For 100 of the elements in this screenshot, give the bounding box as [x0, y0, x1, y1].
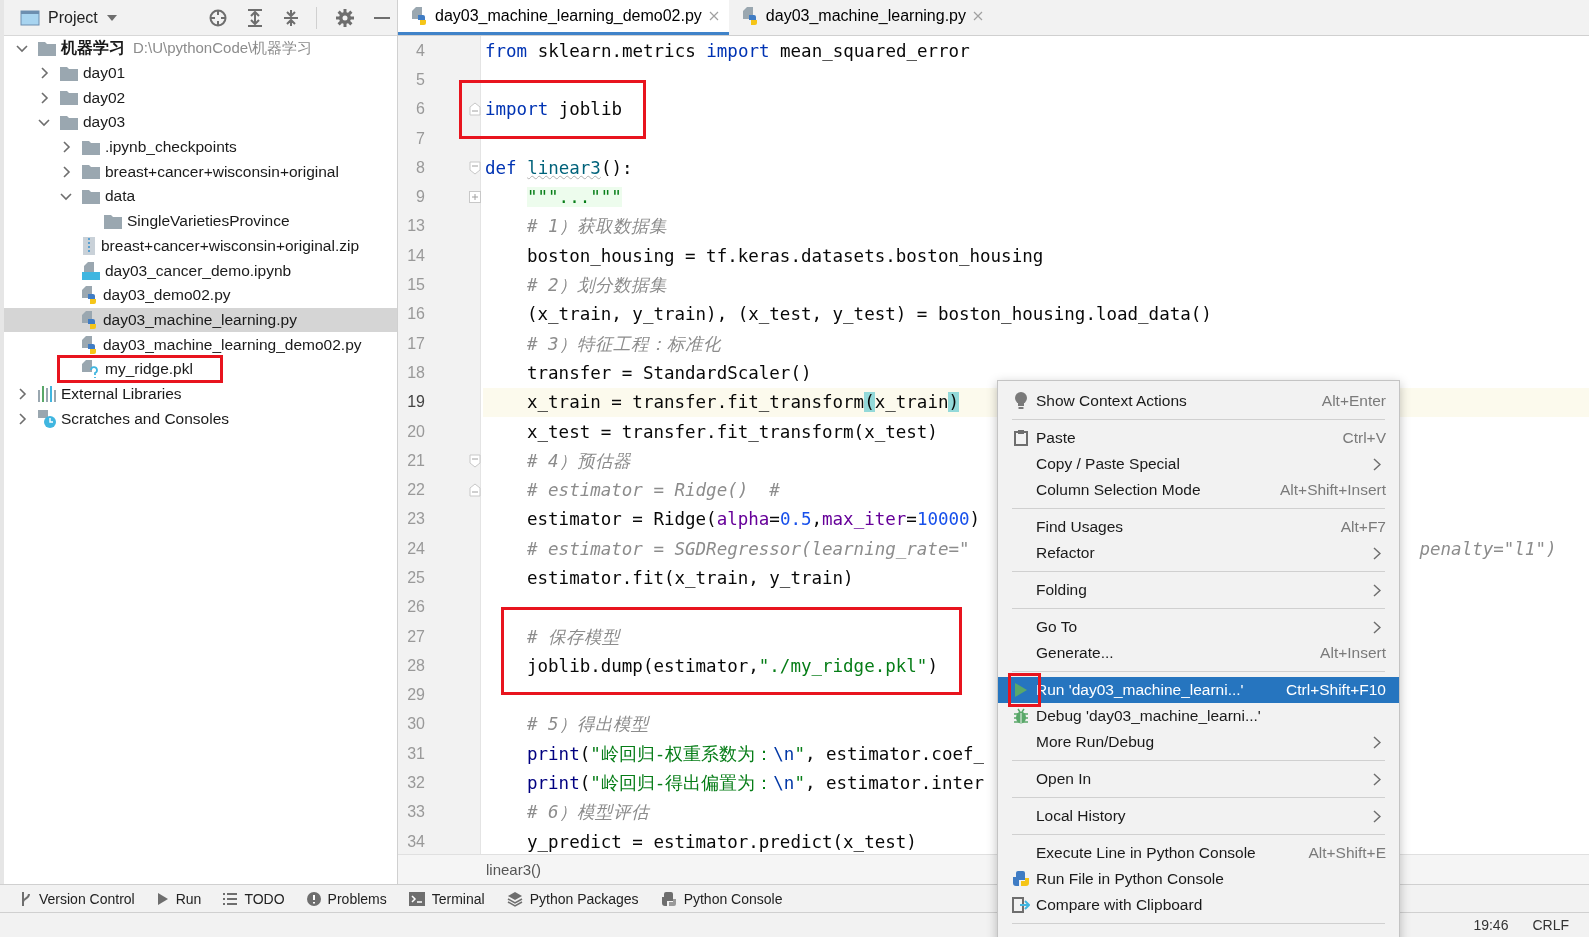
chevron-right-icon[interactable] [16, 387, 28, 400]
menu-item[interactable]: Refactor [998, 540, 1399, 566]
menu-item[interactable]: Local History [998, 803, 1399, 829]
libraries-icon [38, 385, 56, 402]
tool-window-button[interactable]: Terminal [402, 890, 495, 907]
tree-item-label[interactable]: External Libraries [61, 384, 182, 403]
chevron-right-icon[interactable] [60, 165, 72, 178]
folder-icon [82, 188, 100, 204]
line-number: 32 [406, 774, 425, 793]
tree-item-label[interactable]: 机器学习 [61, 37, 125, 59]
chevron-right-icon[interactable] [38, 67, 50, 80]
tool-window-button[interactable]: Python Packages [500, 890, 649, 907]
menu-item[interactable]: Column Selection Mode Alt+Shift+Insert [998, 477, 1399, 503]
line-number: 19 [406, 393, 425, 412]
menu-item[interactable]: Copy / Paste Special [998, 451, 1399, 477]
python-file-icon [82, 335, 98, 354]
menu-item[interactable]: Execute Line in Python Console Alt+Shift+E [998, 840, 1399, 866]
folder-icon [60, 114, 78, 130]
tree-item-label[interactable]: day03_machine_learning_demo02.py [103, 335, 362, 354]
python-file-icon [82, 310, 98, 329]
tree-item-label[interactable]: .ipynb_checkpoints [105, 138, 237, 157]
status-item[interactable]: CRLF [1532, 917, 1569, 933]
menu-item[interactable]: Compare with Clipboard [998, 892, 1399, 918]
warning-icon [306, 891, 321, 906]
settings-icon[interactable] [335, 7, 355, 28]
line-number: 26 [406, 598, 425, 617]
selected-tree-row[interactable]: day03_machine_learning.py [4, 307, 397, 333]
editor-tab[interactable]: day03_machine_learning.py [728, 0, 993, 35]
tool-window-button[interactable]: TODO [217, 890, 295, 907]
fold-marker-icon[interactable] [469, 453, 481, 468]
tool-window-button[interactable]: Python Console [654, 890, 793, 907]
archive-icon [82, 236, 96, 255]
menu-item[interactable]: Go To [998, 614, 1399, 640]
menu-item[interactable]: Open In [998, 766, 1399, 792]
status-item[interactable]: 19:46 [1473, 917, 1509, 933]
line-number: 24 [406, 539, 425, 558]
folder-icon [82, 139, 100, 155]
tree-item-label[interactable]: day03 [83, 113, 126, 132]
menu-item[interactable]: Show Context Actions Alt+Enter [998, 388, 1399, 414]
window-icon [20, 9, 40, 26]
menu-item[interactable]: Find Usages Alt+F7 [998, 514, 1399, 540]
chevron-down-icon[interactable] [38, 116, 50, 129]
tree-item-label[interactable]: day01 [83, 64, 126, 83]
menu-item[interactable]: Folding [998, 577, 1399, 603]
code-line: # 5）得出模型 [527, 713, 649, 737]
caret-icon[interactable] [105, 13, 118, 22]
tree-item-label[interactable]: SingleVarietiesProvince [127, 212, 290, 231]
code-line: import joblib [485, 99, 622, 120]
run-icon [156, 891, 169, 906]
locate-icon[interactable] [208, 7, 228, 28]
code-line: # estimator = Ridge() # [527, 480, 780, 501]
close-icon[interactable] [973, 11, 983, 21]
code-text: penalty="l1") [1419, 538, 1557, 559]
code-line: (x_train, y_train), (x_test, y_test) = boston_housing.load_data() [527, 304, 1212, 325]
tree-item-label[interactable]: breast+cancer+wisconsin+original.zip [101, 236, 360, 255]
tree-item-label[interactable]: my_ridge.pkl [105, 360, 193, 379]
tool-window-button[interactable]: Version Control [14, 890, 145, 907]
tool-window-button[interactable]: Run [150, 890, 212, 907]
expand-all-icon[interactable] [246, 7, 264, 28]
fold-marker-icon[interactable] [469, 483, 481, 498]
chevron-down-icon[interactable] [16, 42, 28, 55]
code-line: estimator = Ridge(alpha=0.5,max_iter=10000) [527, 509, 981, 530]
chevron-right-icon[interactable] [60, 141, 72, 154]
line-number: 5 [415, 70, 425, 89]
chevron-right-icon[interactable] [38, 91, 50, 104]
tree-item-label[interactable]: day03_demo02.py [103, 286, 231, 305]
editor-tab[interactable]: day03_machine_learning_demo02.py [398, 0, 729, 35]
code-line: transfer = StandardScaler() [527, 362, 812, 383]
fold-marker-icon[interactable] [469, 102, 481, 117]
folder-path: D:\U\pythonCode\机器学习 [133, 38, 313, 58]
code-line: # 2）划分数据集 [527, 274, 667, 297]
tree-item-label[interactable]: day02 [83, 88, 126, 107]
menu-item[interactable]: Debug 'day03_machine_learni...' [998, 703, 1399, 729]
line-number: 23 [406, 510, 425, 529]
terminal-icon [408, 891, 425, 906]
code-line: # 6）模型评估 [527, 801, 649, 825]
menu-item[interactable]: Paste Ctrl+V [998, 425, 1399, 451]
line-number: 13 [406, 217, 425, 236]
code-line: # 1）获取数据集 [527, 215, 667, 239]
tree-item-label[interactable]: breast+cancer+wisconsin+original [105, 162, 339, 181]
folder-icon [82, 164, 100, 180]
tree-item-label[interactable]: day03_machine_learning.py [103, 310, 297, 329]
unknown-file-icon [82, 360, 100, 379]
tool-window-button[interactable]: Problems [300, 890, 397, 907]
panel-title[interactable]: Project [48, 8, 98, 27]
tree-item-label[interactable]: Scratches and Consoles [61, 409, 229, 428]
collapse-all-icon[interactable] [282, 7, 300, 28]
line-number: 34 [406, 832, 425, 851]
line-number: 9 [415, 188, 425, 207]
menu-item[interactable]: More Run/Debug [998, 729, 1399, 755]
close-icon[interactable] [708, 11, 719, 21]
chevron-right-icon[interactable] [16, 412, 28, 425]
fold-marker-icon[interactable] [469, 160, 481, 175]
tree-item-label[interactable]: day03_cancer_demo.ipynb [105, 261, 292, 280]
menu-item[interactable]: Run File in Python Console [998, 866, 1399, 892]
python-file-icon [82, 286, 98, 305]
chevron-down-icon[interactable] [60, 190, 72, 203]
tree-item-label[interactable]: data [105, 187, 136, 206]
breadcrumb[interactable]: linear3() [486, 861, 542, 878]
menu-item[interactable]: Generate... Alt+Insert [998, 640, 1399, 666]
